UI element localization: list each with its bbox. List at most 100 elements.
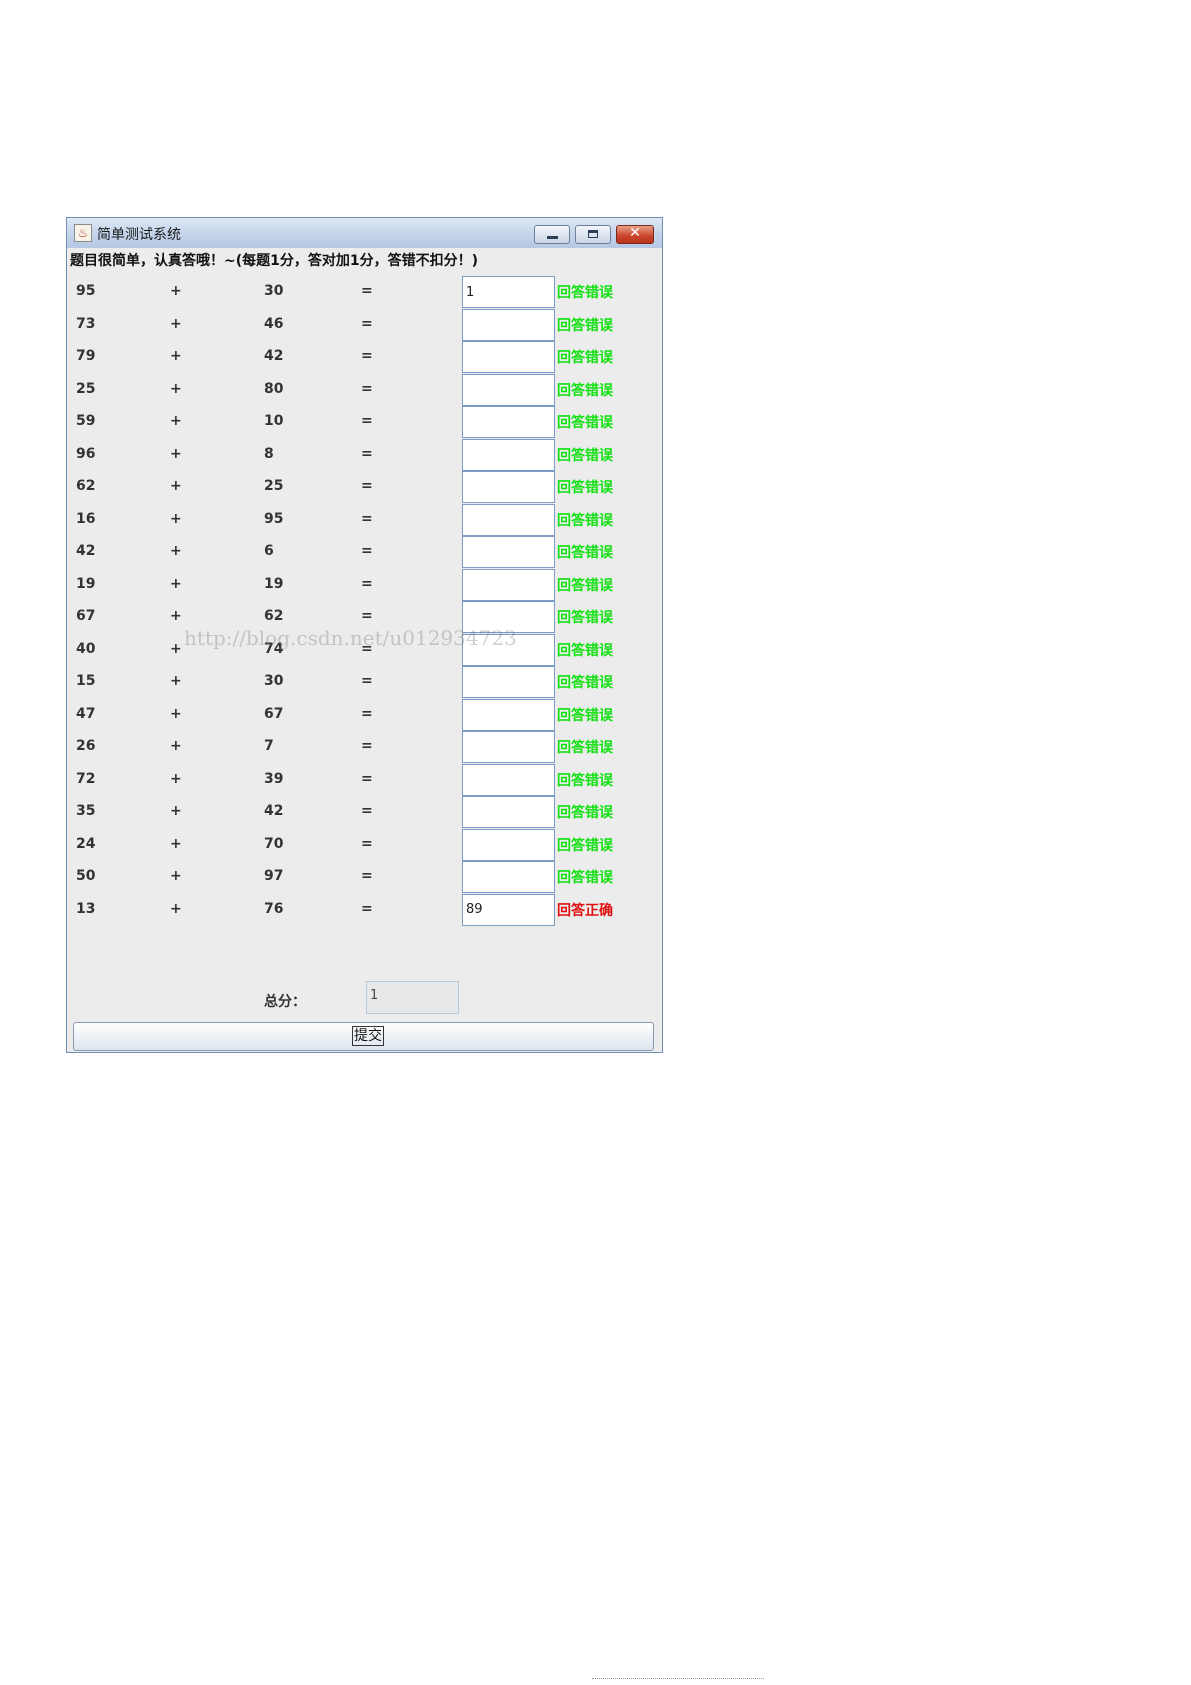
answer-input[interactable] (462, 308, 555, 341)
close-icon: ✕ (629, 225, 641, 241)
operand-a: 26 (76, 738, 96, 754)
result-label: 回答错误 (557, 772, 613, 789)
maximize-button[interactable] (575, 225, 611, 244)
answer-input[interactable] (462, 666, 555, 698)
operand-a: 25 (76, 380, 96, 397)
page-footer-divider (592, 1678, 764, 1680)
answer-input[interactable] (462, 731, 555, 763)
equals-sign: = (361, 608, 373, 624)
answer-input[interactable] (462, 373, 555, 406)
answer-input[interactable] (462, 341, 555, 373)
operand-b: 95 (264, 510, 284, 527)
result-label: 回答正确 (557, 902, 613, 919)
submit-label: 提交 (352, 1026, 384, 1046)
question-row: 67 +62 = 回答错误 (70, 599, 659, 634)
submit-button[interactable]: 提交 (73, 1022, 654, 1051)
question-row: 35 +42 = 回答错误 (70, 794, 659, 829)
title-bar[interactable]: ♨ 简单测试系统 ✕ (67, 218, 662, 248)
equals-sign: = (361, 868, 373, 884)
operand-a: 16 (76, 510, 96, 527)
operand-b: 30 (264, 673, 284, 689)
operand-a: 13 (76, 900, 96, 917)
operand-b: 74 (264, 640, 284, 657)
operand-b: 62 (264, 608, 284, 624)
operand-a: 50 (76, 868, 96, 884)
result-label: 回答错误 (557, 577, 613, 594)
app-window: ♨ 简单测试系统 ✕ 题目很简单，认真答哦！~(每题1分，答对加1分，答错不扣分… (66, 217, 663, 1053)
operand-a: 59 (76, 413, 96, 429)
operand-b: 67 (264, 705, 284, 722)
result-label: 回答错误 (557, 545, 613, 561)
operand-b: 70 (264, 835, 284, 852)
operand-b: 8 (264, 445, 274, 462)
question-row: 19 +19 = 回答错误 (70, 567, 659, 602)
result-label: 回答错误 (557, 642, 613, 659)
result-label: 回答错误 (557, 707, 613, 724)
equals-sign: = (361, 543, 373, 559)
equals-sign: = (361, 445, 373, 462)
operand-b: 10 (264, 413, 284, 429)
question-row: 95 +30 = 回答错误 (70, 274, 659, 309)
result-label: 回答错误 (557, 675, 613, 691)
operator: + (170, 835, 182, 852)
operand-a: 40 (76, 640, 96, 657)
operator: + (170, 348, 182, 364)
answer-input[interactable] (462, 893, 555, 926)
question-row: 15 +30 = 回答错误 (70, 664, 659, 699)
question-row: 62 +25 = 回答错误 (70, 469, 659, 504)
operand-b: 42 (264, 803, 284, 819)
operator: + (170, 575, 182, 592)
operand-b: 25 (264, 478, 284, 494)
answer-input[interactable] (462, 861, 555, 893)
result-label: 回答错误 (557, 317, 613, 334)
answer-input[interactable] (462, 568, 555, 601)
close-button[interactable]: ✕ (616, 225, 654, 244)
equals-sign: = (361, 673, 373, 689)
operator: + (170, 315, 182, 332)
answer-input[interactable] (462, 828, 555, 861)
question-row: 40 +74 = 回答错误 (70, 632, 659, 667)
operand-b: 97 (264, 868, 284, 884)
result-label: 回答错误 (557, 610, 613, 626)
answer-input[interactable] (462, 536, 555, 568)
result-label: 回答错误 (557, 415, 613, 431)
java-app-icon: ♨ (74, 224, 92, 242)
answer-input[interactable] (462, 438, 555, 471)
minimize-button[interactable] (534, 225, 570, 244)
question-row: 16 +95 = 回答错误 (70, 502, 659, 537)
operand-b: 76 (264, 900, 284, 917)
operand-a: 96 (76, 445, 96, 462)
operand-a: 79 (76, 348, 96, 364)
result-label: 回答错误 (557, 285, 613, 301)
answer-input[interactable] (462, 503, 555, 536)
operand-a: 95 (76, 283, 96, 299)
question-row: 96 +8 = 回答错误 (70, 437, 659, 472)
operator: + (170, 478, 182, 494)
operand-b: 19 (264, 575, 284, 592)
question-row: 25 +80 = 回答错误 (70, 372, 659, 407)
answer-input[interactable] (462, 633, 555, 666)
minimize-icon (547, 236, 558, 239)
operand-a: 47 (76, 705, 96, 722)
answer-input[interactable] (462, 276, 555, 308)
question-row: 50 +97 = 回答错误 (70, 859, 659, 894)
operator: + (170, 738, 182, 754)
question-row: 24 +70 = 回答错误 (70, 827, 659, 862)
answer-input[interactable] (462, 601, 555, 633)
operand-a: 19 (76, 575, 96, 592)
question-row: 47 +67 = 回答错误 (70, 697, 659, 732)
operand-b: 80 (264, 380, 284, 397)
operator: + (170, 413, 182, 429)
result-label: 回答错误 (557, 805, 613, 821)
answer-input[interactable] (462, 471, 555, 503)
operand-b: 46 (264, 315, 284, 332)
operator: + (170, 543, 182, 559)
answer-input[interactable] (462, 763, 555, 796)
operator: + (170, 705, 182, 722)
answer-input[interactable] (462, 406, 555, 438)
operand-b: 42 (264, 348, 284, 364)
answer-input[interactable] (462, 796, 555, 828)
result-label: 回答错误 (557, 740, 613, 756)
answer-input[interactable] (462, 698, 555, 731)
result-label: 回答错误 (557, 447, 613, 464)
